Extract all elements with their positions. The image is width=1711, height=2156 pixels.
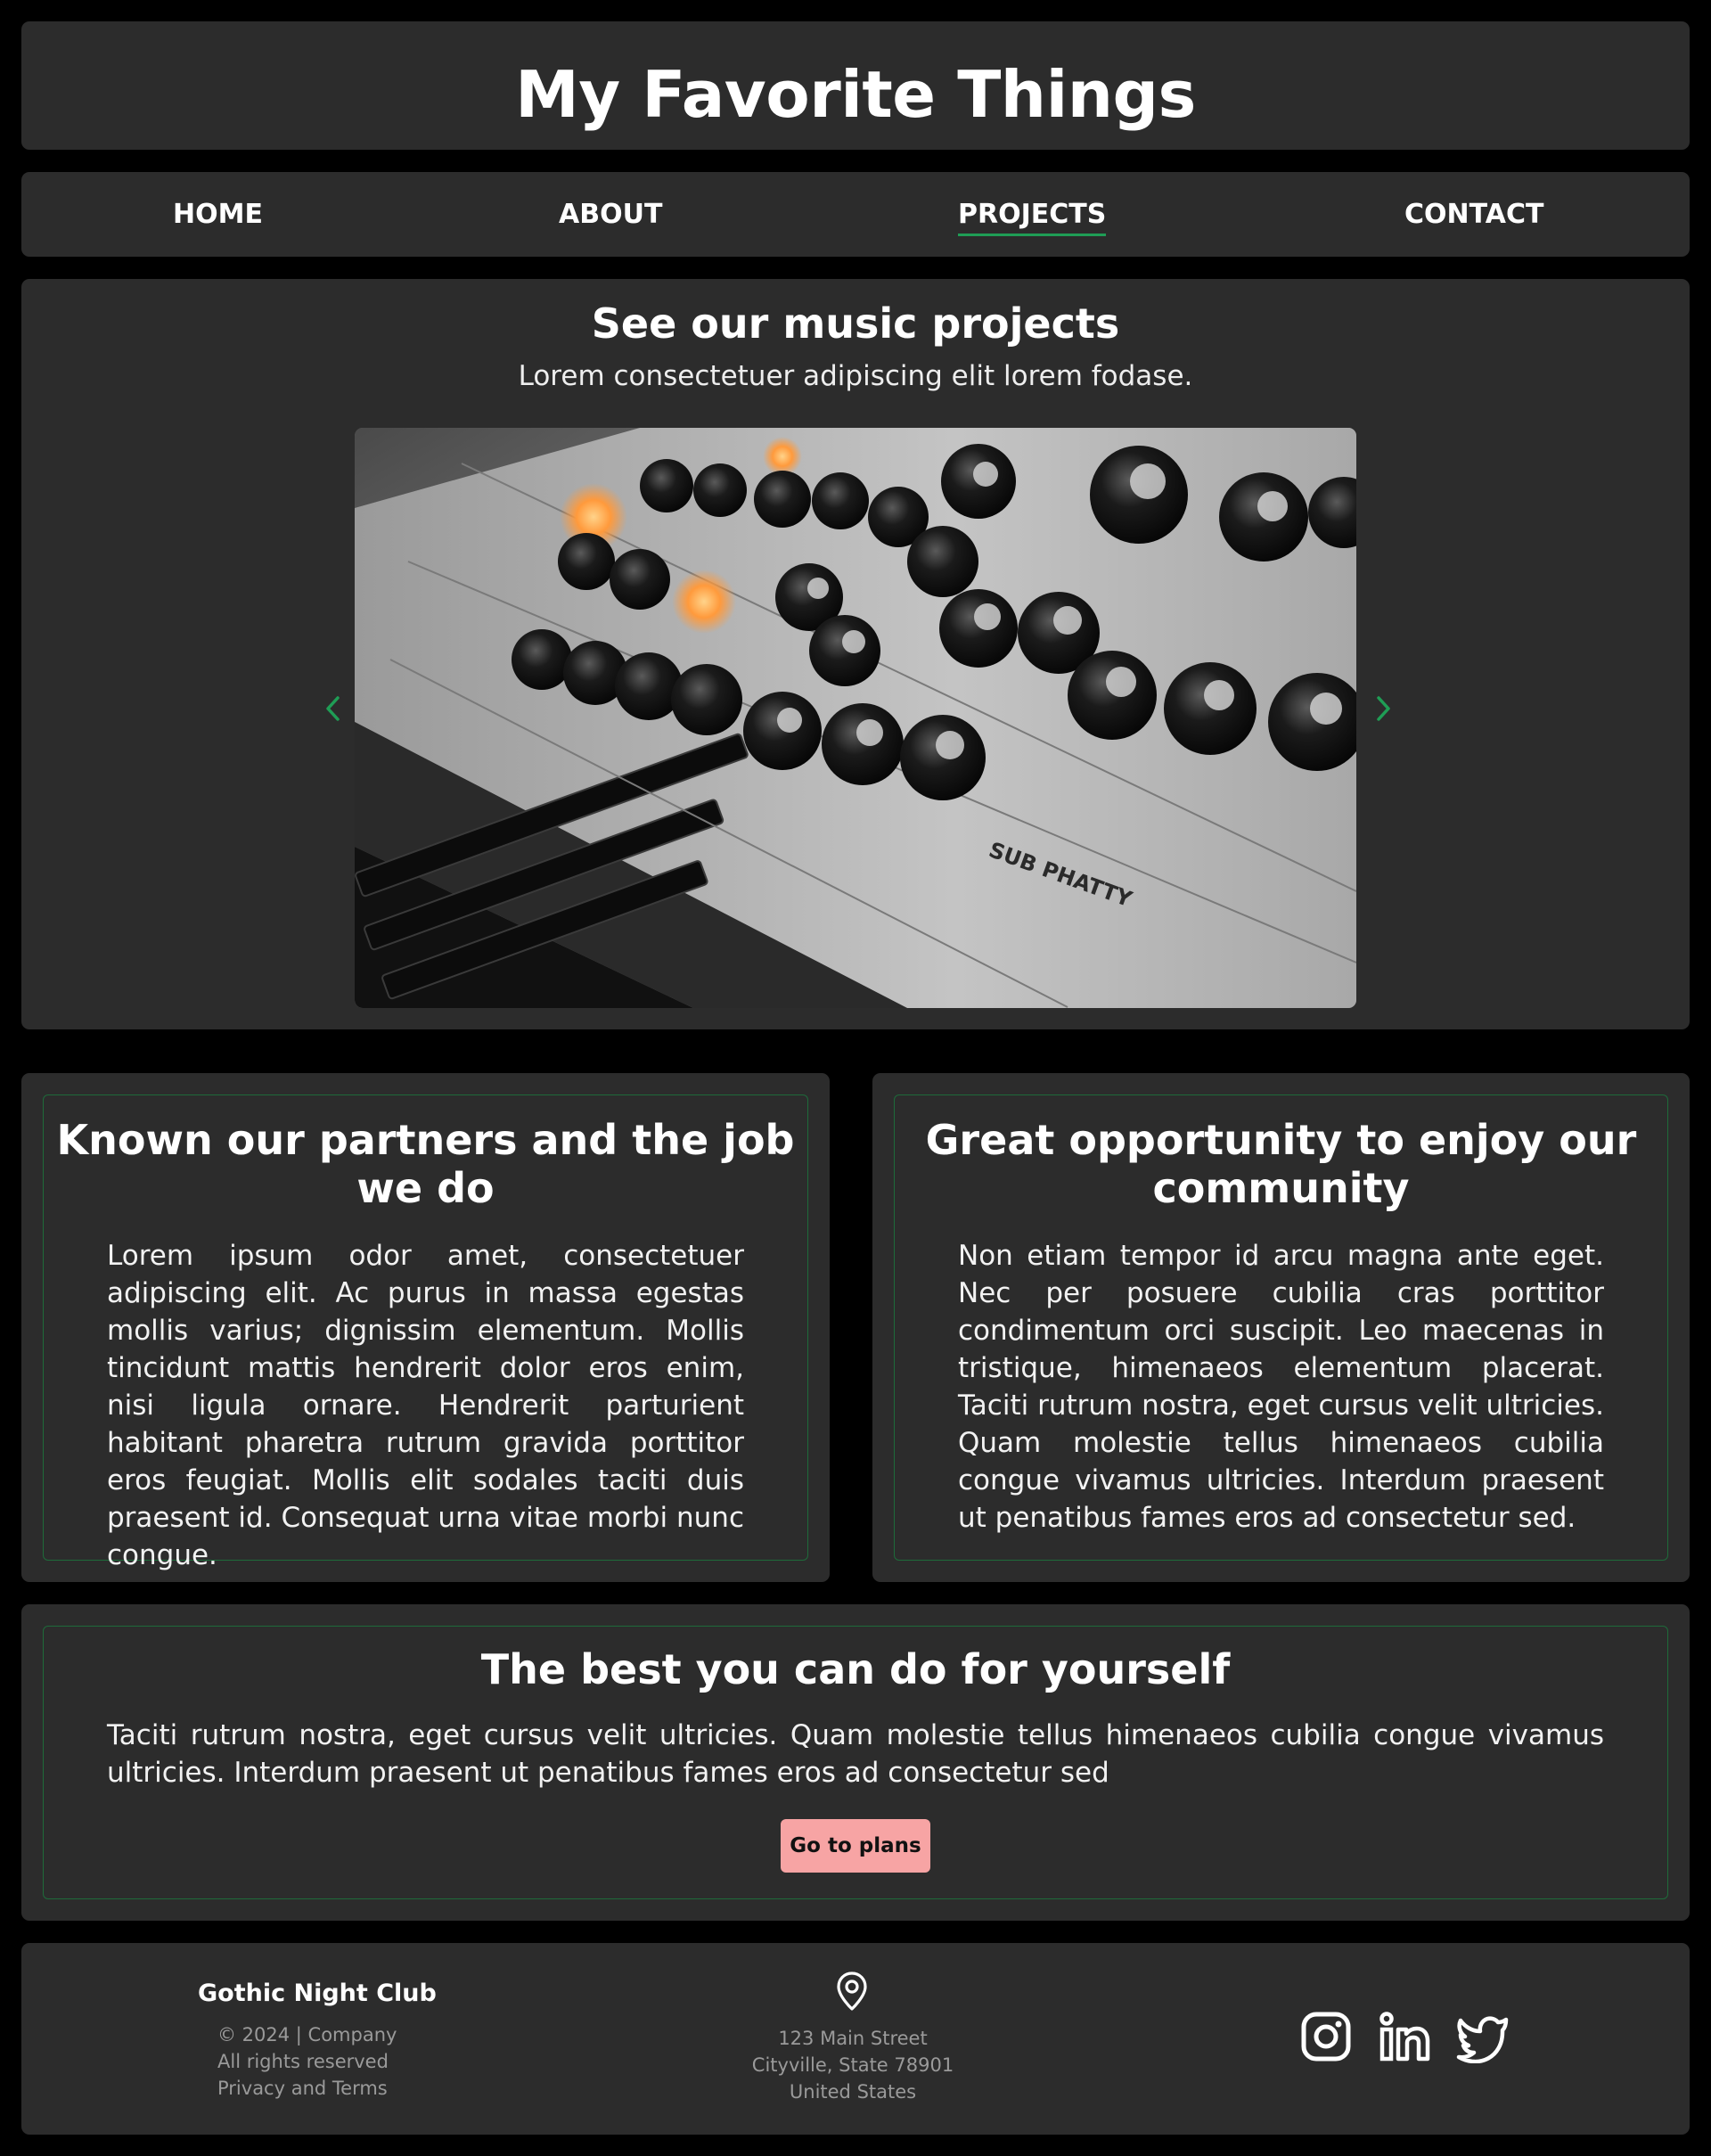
nav-about[interactable]: ABOUT bbox=[559, 199, 662, 231]
best-section: The best you can do for yourself Taciti … bbox=[21, 1604, 1690, 1921]
nav-home[interactable]: HOME bbox=[173, 199, 263, 231]
partners-card-title: Known our partners and the job we do bbox=[56, 1116, 795, 1212]
site-title: My Favorite Things bbox=[515, 57, 1196, 132]
footer-address-line-2: Cityville, State 78901 bbox=[751, 2054, 954, 2076]
site-footer: Gothic Night Club © 2024 | Company All r… bbox=[21, 1943, 1690, 2135]
map-pin-icon bbox=[837, 1972, 867, 2011]
community-card-body: Non etiam tempor id arcu magna ante eget… bbox=[958, 1240, 1604, 1534]
best-section-body: Taciti rutrum nostra, eget cursus velit … bbox=[107, 1719, 1604, 1789]
chevron-left-icon[interactable] bbox=[321, 691, 346, 726]
go-to-plans-button[interactable]: Go to plans bbox=[781, 1819, 930, 1873]
instagram-icon[interactable] bbox=[1299, 2010, 1353, 2063]
main-nav: HOME ABOUT PROJECTS CONTACT bbox=[21, 172, 1690, 257]
hero-subtitle: Lorem consectetuer adipiscing elit lorem… bbox=[518, 360, 1193, 392]
nav-contact[interactable]: CONTACT bbox=[1404, 199, 1543, 231]
site-header: My Favorite Things bbox=[21, 21, 1690, 150]
twitter-icon[interactable] bbox=[1456, 2010, 1510, 2063]
footer-address: 123 Main Street Cityville, State 78901 U… bbox=[21, 2025, 1684, 2105]
synthesizer-image: SUB PHATTY bbox=[355, 428, 1356, 1008]
partners-card-body: Lorem ipsum odor amet, consectetuer adip… bbox=[107, 1240, 744, 1571]
nav-projects[interactable]: PROJECTS bbox=[958, 199, 1107, 236]
chevron-right-icon[interactable] bbox=[1371, 691, 1396, 726]
projects-hero: See our music projects Lorem consectetue… bbox=[21, 279, 1690, 1029]
footer-address-line-1: 123 Main Street bbox=[778, 2028, 928, 2049]
hero-title: See our music projects bbox=[591, 299, 1120, 348]
community-card: Great opportunity to enjoy our community… bbox=[872, 1073, 1690, 1582]
linkedin-icon[interactable] bbox=[1378, 2010, 1431, 2063]
footer-brand: Gothic Night Club bbox=[198, 1980, 437, 2007]
community-card-title: Great opportunity to enjoy our community bbox=[925, 1116, 1637, 1212]
carousel-slide-synthesizer: SUB PHATTY bbox=[355, 428, 1356, 1008]
best-section-title: The best you can do for yourself bbox=[480, 1645, 1231, 1693]
partners-card: Known our partners and the job we do Lor… bbox=[21, 1073, 830, 1582]
footer-address-line-3: United States bbox=[789, 2081, 917, 2103]
